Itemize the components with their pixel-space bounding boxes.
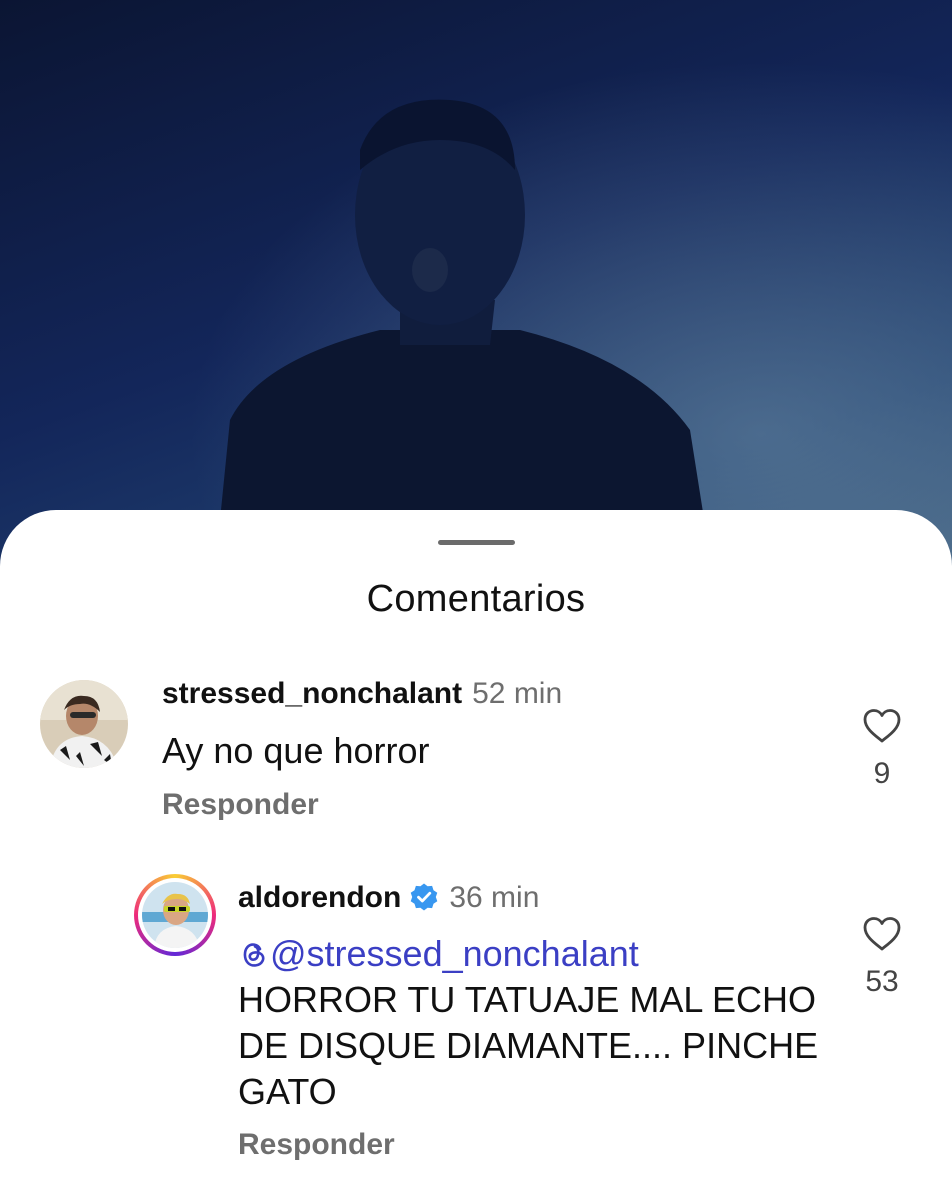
like-button[interactable]: 53: [847, 916, 917, 999]
comment-header: aldorendon 36 min: [238, 880, 539, 916]
verified-badge-icon: [411, 883, 438, 911]
like-count: 53: [865, 965, 899, 998]
mention-text: @stressed_nonchalant: [270, 933, 639, 974]
comment-body: HORROR TU TATUAJE MAL ECHO DE DISQUE DIA…: [238, 979, 819, 1112]
reply-comment-item: aldorendon 36 min @stressed_nonchalant H…: [0, 510, 952, 1200]
avatar-story-ring[interactable]: [134, 874, 216, 956]
comments-sheet: Comentarios stressed_nonchalant 52 min Ay…: [0, 510, 952, 1200]
username[interactable]: aldorendon: [238, 881, 401, 914]
mention-link[interactable]: @stressed_nonchalant: [238, 931, 838, 977]
threads-logo-icon: [243, 943, 265, 967]
heart-outline-icon: [863, 917, 901, 951]
comment-time: 36 min: [449, 881, 540, 914]
comment-text: @stressed_nonchalant HORROR TU TATUAJE M…: [238, 931, 838, 1115]
avatar: [142, 882, 208, 948]
reply-button[interactable]: Responder: [238, 1128, 395, 1162]
